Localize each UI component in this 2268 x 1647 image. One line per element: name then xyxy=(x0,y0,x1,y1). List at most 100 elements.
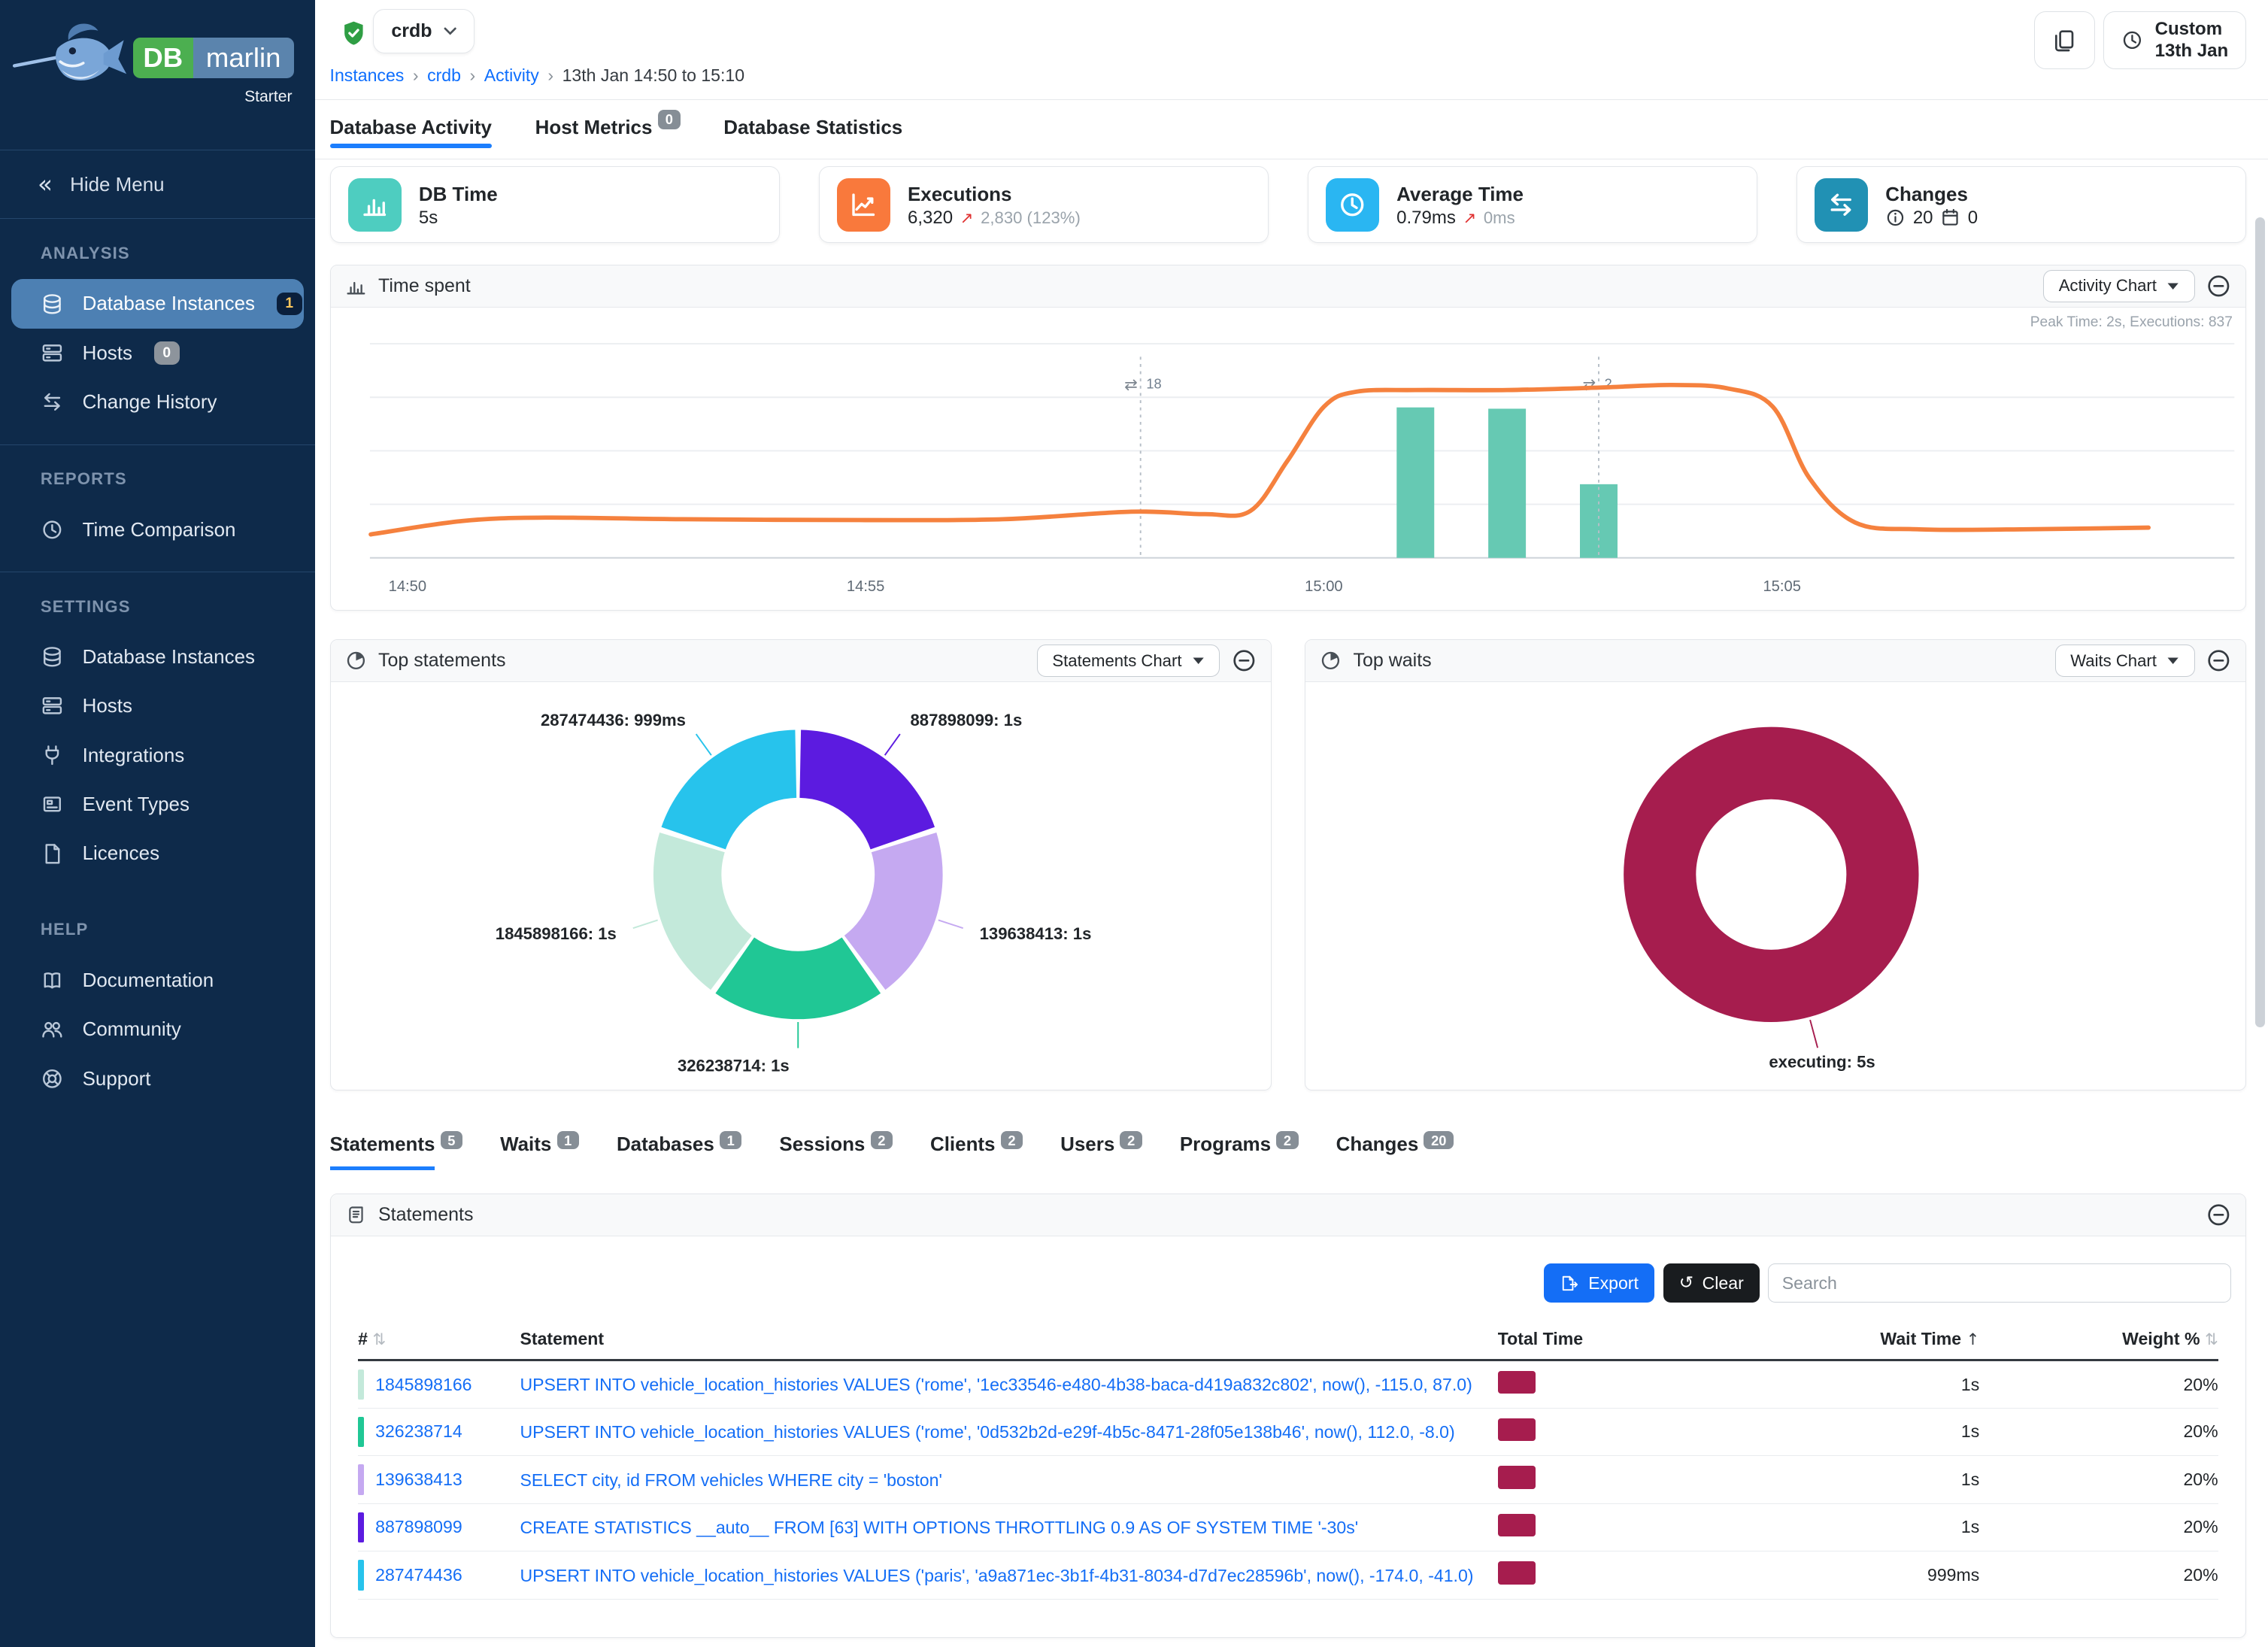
tab-databases[interactable]: Databases 1 xyxy=(617,1133,741,1166)
kpi-row: DB Time 5s Executions 6,320 ↗ 2,830 (123… xyxy=(330,166,2247,243)
time-range-button[interactable]: Custom 13th Jan xyxy=(2103,11,2246,69)
kpi-title: DB Time xyxy=(419,181,498,208)
column-header-weight[interactable]: Weight % ⇅ xyxy=(1979,1321,2218,1360)
sidebar-item-change-history[interactable]: Change History xyxy=(0,378,315,426)
column-header-statement[interactable]: Statement xyxy=(520,1321,1498,1360)
donut-label: 326238714: 1s xyxy=(677,1056,789,1075)
tab-programs[interactable]: Programs 2 xyxy=(1180,1133,1299,1166)
statement-id-link[interactable]: 887898099 xyxy=(375,1517,462,1537)
tab-users[interactable]: Users 2 xyxy=(1060,1133,1142,1166)
sidebar-item-label: Hosts xyxy=(83,341,132,365)
docs-icon xyxy=(41,969,64,992)
donut-segment[interactable] xyxy=(661,729,796,849)
tab-waits[interactable]: Waits 1 xyxy=(500,1133,579,1166)
sidebar-section: ANALYSISDatabase Instances1 Hosts 0 Change … xyxy=(0,219,315,444)
weight-value: 20% xyxy=(1979,1408,2218,1455)
statement-sql-link[interactable]: UPSERT INTO vehicle_location_histories V… xyxy=(520,1566,1474,1586)
main-area: crdb Instances›crdb›Activity›13th Jan 14… xyxy=(315,0,2268,1647)
donut-segment[interactable] xyxy=(799,729,935,849)
tab-database-statistics[interactable]: Database Statistics xyxy=(723,100,902,159)
collapse-icon[interactable] xyxy=(2206,1203,2231,1227)
statement-id-link[interactable]: 139638413 xyxy=(375,1470,462,1490)
time-range-mode: Custom xyxy=(2155,19,2229,40)
kpi-executions: Executions 6,320 ↗ 2,830 (123%) xyxy=(819,166,1269,243)
tab-sessions[interactable]: Sessions 2 xyxy=(779,1133,893,1166)
scrollbar-thumb[interactable] xyxy=(2255,217,2265,1027)
kpi-delta: 0ms xyxy=(1484,208,1515,228)
svg-text:14:55: 14:55 xyxy=(846,578,884,595)
sidebar-item-integrations[interactable]: Integrations xyxy=(0,730,315,779)
pie-chart-icon xyxy=(1320,650,1342,672)
sidebar-item-label: Hosts xyxy=(83,694,132,717)
sidebar-item-licences[interactable]: Licences xyxy=(0,829,315,878)
tab-database-activity[interactable]: Database Activity xyxy=(330,100,492,159)
sidebar-item-hosts[interactable]: Hosts xyxy=(0,681,315,730)
tab-host-metrics[interactable]: Host Metrics0 xyxy=(535,100,681,159)
sidebar-item-community[interactable]: Community xyxy=(0,1005,315,1054)
sidebar-item-documentation[interactable]: Documentation xyxy=(0,956,315,1005)
support-icon xyxy=(41,1067,64,1090)
statement-id-link[interactable]: 1845898166 xyxy=(375,1375,471,1395)
donut-label: 887898099: 1s xyxy=(910,711,1022,729)
sidebar-item-database-instances[interactable]: Database Instances xyxy=(0,632,315,681)
tab-changes[interactable]: Changes 20 xyxy=(1336,1133,1454,1166)
tab-badge: 0 xyxy=(658,110,680,129)
collapse-icon[interactable] xyxy=(2206,274,2231,299)
sidebar-item-badge: 0 xyxy=(154,341,180,365)
collapse-icon[interactable] xyxy=(2206,648,2231,673)
breadcrumb-item[interactable]: Activity xyxy=(484,65,539,86)
tab-clients[interactable]: Clients 2 xyxy=(930,1133,1023,1166)
statement-id-link[interactable]: 326238714 xyxy=(375,1421,462,1442)
sidebar-item-time-comparison[interactable]: Time Comparison xyxy=(0,505,315,554)
top-waits-panel: Top waits Waits Chart executing: 5s xyxy=(1305,639,2246,1090)
panel-title: Top statements xyxy=(378,650,506,672)
statement-sql-link[interactable]: SELECT city, id FROM vehicles WHERE city… xyxy=(520,1470,942,1491)
kpi-value: 0.79ms xyxy=(1396,208,1456,229)
column-header-id[interactable]: # ⇅ xyxy=(358,1321,520,1360)
clock-icon xyxy=(1326,178,1379,232)
statement-sql-link[interactable]: UPSERT INTO vehicle_location_histories V… xyxy=(520,1422,1455,1442)
sidebar-item-event-types[interactable]: Event Types xyxy=(0,780,315,829)
donut-segment[interactable] xyxy=(1660,763,1882,986)
peak-note: Peak Time: 2s, Executions: 837 xyxy=(2030,314,2233,331)
trend-chart-icon xyxy=(837,178,890,232)
statement-sql-link[interactable]: CREATE STATISTICS __auto__ FROM [63] WIT… xyxy=(520,1518,1359,1538)
statement-color-bar xyxy=(358,1464,364,1494)
sidebar-item-support[interactable]: Support xyxy=(0,1054,315,1103)
hide-menu-button[interactable]: « Hide Menu xyxy=(0,150,315,219)
statement-id-link[interactable]: 287474436 xyxy=(375,1565,462,1585)
sidebar-item-label: Support xyxy=(83,1067,151,1090)
plug-icon xyxy=(41,744,64,767)
sidebar-section-title: ANALYSIS xyxy=(0,244,315,279)
exchange-icon xyxy=(1815,178,1868,232)
instance-selector[interactable]: crdb xyxy=(373,9,475,54)
weight-value: 20% xyxy=(1979,1551,2218,1599)
search-input[interactable] xyxy=(1768,1263,2231,1303)
copy-link-button[interactable] xyxy=(2034,11,2095,69)
export-button[interactable]: Export xyxy=(1544,1263,1654,1303)
column-header-wait-time[interactable]: Wait Time ↑ xyxy=(1744,1321,1980,1360)
kpi-changes: Changes 20 0 xyxy=(1797,166,2246,243)
table-row: 1845898166 UPSERT INTO vehicle_location_h… xyxy=(358,1360,2218,1408)
sidebar-item-hosts[interactable]: Hosts 0 xyxy=(0,329,315,378)
chevrons-left-icon: « xyxy=(38,172,53,197)
breadcrumb-separator: › xyxy=(547,65,553,86)
breadcrumb-item[interactable]: crdb xyxy=(427,65,461,86)
statement-color-bar xyxy=(358,1512,364,1542)
weight-value: 20% xyxy=(1979,1456,2218,1503)
clear-button[interactable]: ↺ Clear xyxy=(1663,1263,1760,1303)
tab-statements[interactable]: Statements 5 xyxy=(330,1133,463,1169)
breadcrumb-item[interactable]: Instances xyxy=(330,65,405,86)
activity-chart-select[interactable]: Activity Chart xyxy=(2043,270,2194,302)
collapse-icon[interactable] xyxy=(1232,648,1257,673)
chart-select-label: Activity Chart xyxy=(2059,276,2157,296)
column-header-total-time[interactable]: Total Time xyxy=(1498,1321,1744,1360)
events-icon xyxy=(41,793,64,816)
statement-sql-link[interactable]: UPSERT INTO vehicle_location_histories V… xyxy=(520,1375,1472,1395)
waits-chart-select[interactable]: Waits Chart xyxy=(2055,645,2195,676)
time-spent-chart: ⇄18⇄214:5014:5515:0015:05 xyxy=(331,308,2246,610)
statements-chart-select[interactable]: Statements Chart xyxy=(1037,645,1220,676)
sidebar-item-database-instances[interactable]: Database Instances1 xyxy=(11,279,304,328)
tab-badge: 1 xyxy=(720,1131,741,1150)
kpi-title: Executions xyxy=(908,181,1081,208)
